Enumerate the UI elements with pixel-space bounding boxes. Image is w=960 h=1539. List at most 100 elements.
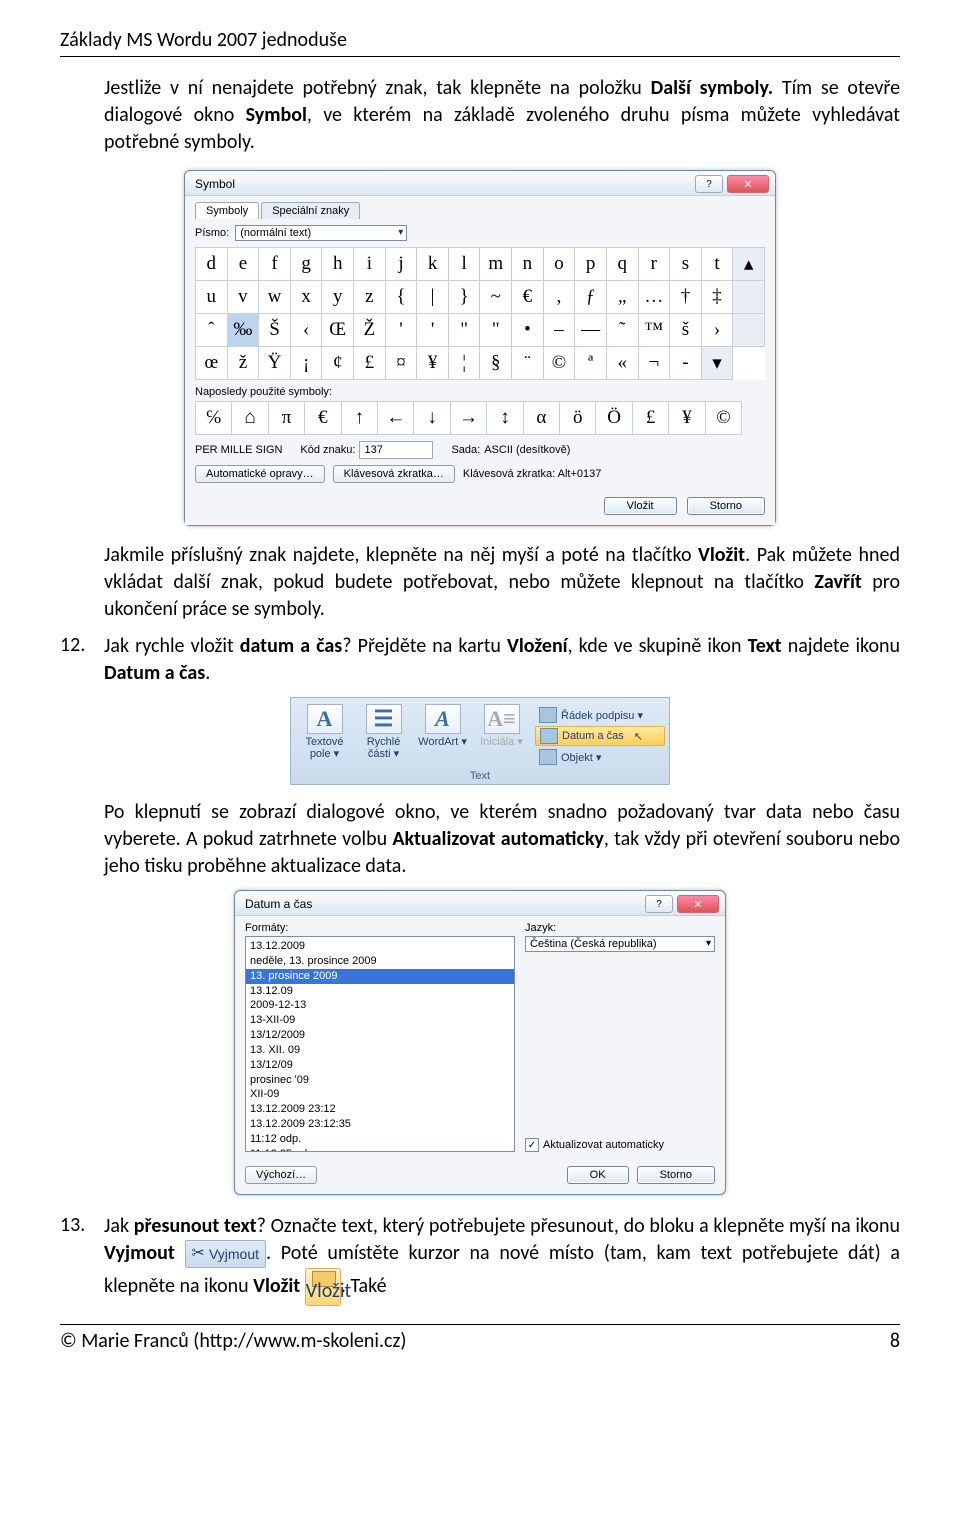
- ok-button[interactable]: OK: [567, 1166, 629, 1184]
- recent-symbol-cell[interactable]: ℅: [196, 402, 232, 435]
- quickparts-button[interactable]: ☰ Rychlé části ▾: [354, 702, 413, 760]
- format-option[interactable]: 11:12:35 odp.: [246, 1147, 514, 1152]
- symbol-cell[interactable]: u: [196, 281, 228, 314]
- symbol-cell[interactable]: …: [638, 281, 670, 314]
- symbol-cell[interactable]: ,: [543, 281, 575, 314]
- symbol-cell[interactable]: ƒ: [575, 281, 607, 314]
- recent-symbol-cell[interactable]: ↕: [487, 402, 523, 435]
- dropcap-button[interactable]: A≡ Iniciála ▾: [472, 702, 531, 748]
- symbol-cell[interactable]: {: [385, 281, 417, 314]
- symbol-cell[interactable]: ˆ: [196, 314, 228, 347]
- format-option[interactable]: 13.12.09: [246, 984, 514, 999]
- symbol-cell[interactable]: ~: [480, 281, 512, 314]
- language-select[interactable]: Čeština (Česká republika): [525, 936, 715, 952]
- symbol-cell[interactable]: v: [227, 281, 259, 314]
- recent-symbol-cell[interactable]: α: [523, 402, 559, 435]
- recent-symbol-cell[interactable]: £: [632, 402, 668, 435]
- help-button[interactable]: ?: [695, 175, 723, 193]
- default-button[interactable]: Výchozí…: [245, 1166, 317, 1184]
- formats-listbox[interactable]: 13.12.2009neděle, 13. prosince 200913. p…: [245, 936, 515, 1152]
- recent-symbol-cell[interactable]: Ö: [596, 402, 632, 435]
- symbol-cell[interactable]: l: [448, 248, 480, 281]
- symbol-cell[interactable]: ': [385, 314, 417, 347]
- format-option[interactable]: 13/12/2009: [246, 1028, 514, 1043]
- format-option[interactable]: prosinec '09: [246, 1073, 514, 1088]
- tab-special-chars[interactable]: Speciální znaky: [261, 202, 360, 219]
- symbol-cell[interactable]: ‡: [701, 281, 733, 314]
- code-input[interactable]: [359, 441, 433, 459]
- scrollbar[interactable]: ▾: [701, 347, 733, 380]
- symbol-cell[interactable]: œ: [196, 347, 228, 380]
- recent-symbol-cell[interactable]: €: [305, 402, 341, 435]
- recent-symbol-cell[interactable]: ←: [378, 402, 414, 435]
- symbol-cell[interactable]: ž: [227, 347, 259, 380]
- symbol-cell[interactable]: •: [512, 314, 544, 347]
- symbol-cell[interactable]: -: [670, 347, 702, 380]
- close-button[interactable]: ✕: [727, 175, 769, 193]
- auto-update-checkbox[interactable]: ✓: [525, 1138, 539, 1152]
- symbol-cell[interactable]: ¦: [448, 347, 480, 380]
- format-option[interactable]: 13. XII. 09: [246, 1043, 514, 1058]
- symbol-cell[interactable]: m: [480, 248, 512, 281]
- recent-symbol-cell[interactable]: →: [450, 402, 486, 435]
- symbol-cell[interactable]: ‹: [290, 314, 322, 347]
- symbol-cell[interactable]: q: [606, 248, 638, 281]
- signature-line-button[interactable]: Řádek podpisu ▾: [535, 706, 665, 724]
- symbol-cell[interactable]: y: [322, 281, 354, 314]
- symbol-cell[interactable]: £: [354, 347, 386, 380]
- cut-ribbon-button[interactable]: ✂Vyjmout: [185, 1240, 266, 1268]
- format-option[interactable]: 13-XII-09: [246, 1013, 514, 1028]
- close-button[interactable]: ✕: [677, 895, 719, 913]
- set-select[interactable]: ASCII (desítkově): [484, 444, 604, 456]
- recent-symbol-cell[interactable]: ¥: [669, 402, 705, 435]
- symbol-cell[interactable]: s: [670, 248, 702, 281]
- symbol-cell[interactable]: §: [480, 347, 512, 380]
- symbol-cell[interactable]: ‰: [227, 314, 259, 347]
- symbol-cell[interactable]: Ž: [354, 314, 386, 347]
- symbol-cell[interactable]: ™: [638, 314, 670, 347]
- symbol-cell[interactable]: ›: [701, 314, 733, 347]
- scrollbar[interactable]: ▴: [733, 248, 765, 281]
- symbol-cell[interactable]: z: [354, 281, 386, 314]
- autocorrect-button[interactable]: Automatické opravy…: [195, 465, 325, 483]
- symbol-cell[interactable]: p: [575, 248, 607, 281]
- paste-ribbon-button[interactable]: Vložit: [305, 1268, 341, 1306]
- recent-symbol-cell[interactable]: ⌂: [232, 402, 268, 435]
- cancel-button[interactable]: Storno: [687, 497, 765, 515]
- symbol-cell[interactable]: f: [259, 248, 291, 281]
- symbol-cell[interactable]: g: [290, 248, 322, 281]
- insert-button[interactable]: Vložit: [604, 497, 677, 515]
- format-option[interactable]: 13.12.2009: [246, 939, 514, 954]
- symbol-cell[interactable]: i: [354, 248, 386, 281]
- symbol-cell[interactable]: ©: [543, 347, 575, 380]
- symbol-cell[interactable]: h: [322, 248, 354, 281]
- help-button[interactable]: ?: [645, 895, 673, 913]
- symbol-cell[interactable]: o: [543, 248, 575, 281]
- symbol-cell[interactable]: —: [575, 314, 607, 347]
- symbol-cell[interactable]: ": [480, 314, 512, 347]
- format-option[interactable]: 13. prosince 2009: [246, 969, 514, 984]
- symbol-cell[interactable]: „: [606, 281, 638, 314]
- font-select[interactable]: (normální text): [235, 225, 407, 241]
- symbol-cell[interactable]: |: [417, 281, 449, 314]
- symbol-cell[interactable]: x: [290, 281, 322, 314]
- symbol-cell[interactable]: Ÿ: [259, 347, 291, 380]
- symbol-cell[interactable]: ¬: [638, 347, 670, 380]
- symbol-cell[interactable]: r: [638, 248, 670, 281]
- symbol-cell[interactable]: ': [417, 314, 449, 347]
- symbol-cell[interactable]: ¤: [385, 347, 417, 380]
- symbol-cell[interactable]: €: [512, 281, 544, 314]
- wordart-button[interactable]: A WordArt ▾: [413, 702, 472, 748]
- cancel-button[interactable]: Storno: [637, 1166, 715, 1184]
- shortcut-button[interactable]: Klávesová zkratka…: [333, 465, 455, 483]
- recent-symbol-cell[interactable]: ↑: [341, 402, 377, 435]
- format-option[interactable]: 11:12 odp.: [246, 1132, 514, 1147]
- scrollbar[interactable]: [733, 281, 765, 314]
- format-option[interactable]: 13/12/09: [246, 1058, 514, 1073]
- symbol-cell[interactable]: «: [606, 347, 638, 380]
- format-option[interactable]: neděle, 13. prosince 2009: [246, 954, 514, 969]
- symbol-cell[interactable]: –: [543, 314, 575, 347]
- symbol-cell[interactable]: ": [448, 314, 480, 347]
- textbox-button[interactable]: A Textové pole ▾: [295, 702, 354, 760]
- tab-symbols[interactable]: Symboly: [195, 202, 259, 219]
